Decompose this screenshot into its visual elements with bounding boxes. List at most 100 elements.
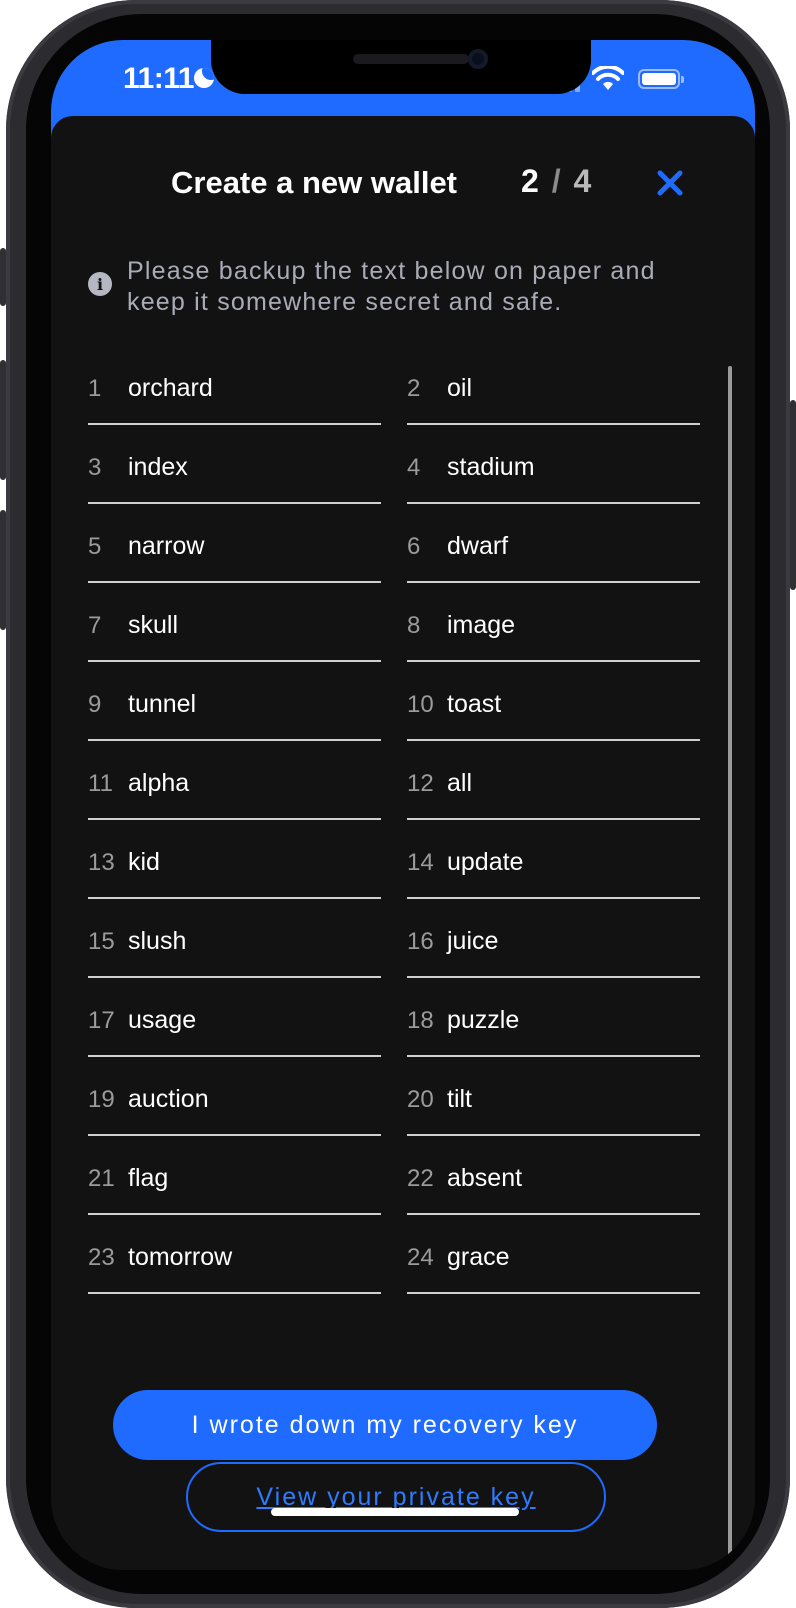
word-text: flag — [128, 1164, 169, 1192]
word-index: 17 — [88, 1007, 115, 1034]
word-index: 16 — [407, 928, 434, 955]
step-indicator: 2 / 4 — [521, 163, 591, 200]
word-index: 2 — [407, 375, 421, 402]
recovery-word-item: 7 skull — [88, 583, 381, 662]
word-index: 1 — [88, 375, 102, 402]
word-text: puzzle — [447, 1006, 520, 1034]
wifi-icon — [592, 66, 624, 90]
word-text: skull — [128, 611, 179, 639]
phone-power-button — [790, 400, 796, 590]
step-separator: / — [551, 163, 561, 199]
recovery-word-item: 5 narrow — [88, 504, 381, 583]
speaker-grille — [353, 54, 469, 64]
word-text: juice — [447, 927, 499, 955]
recovery-word-item: 16 juice — [407, 899, 700, 978]
info-icon: i — [88, 272, 112, 296]
home-indicator[interactable] — [271, 1508, 519, 1516]
word-index: 13 — [88, 849, 115, 876]
recovery-word-item: 23 tomorrow — [88, 1215, 381, 1294]
word-text: grace — [447, 1243, 510, 1271]
recovery-word-item: 11 alpha — [88, 741, 381, 820]
word-text: image — [447, 611, 516, 639]
word-text: kid — [128, 848, 160, 876]
phone-volume-down-button — [0, 510, 6, 630]
recovery-word-grid: 1 orchard 2 oil 3 index 4 stadium 5 narrow 6d… — [88, 346, 700, 1294]
phone-screen: 11:11 Create a new wallet 2 / 4 i Please… — [51, 40, 755, 1570]
step-total: 4 — [573, 163, 592, 199]
recovery-word-item: 8 image — [407, 583, 700, 662]
moon-icon — [194, 68, 214, 88]
view-private-key-button[interactable]: View your private key — [186, 1462, 606, 1532]
word-text: all — [447, 769, 473, 797]
word-index: 19 — [88, 1086, 115, 1113]
page-title: Create a new wallet — [171, 165, 458, 200]
word-index: 21 — [88, 1165, 115, 1192]
recovery-word-item: 20 tilt — [407, 1057, 700, 1136]
word-text: stadium — [447, 453, 535, 481]
recovery-word-item: 9 tunnel — [88, 662, 381, 741]
status-time: 11:11 — [123, 62, 194, 95]
word-text: narrow — [128, 532, 205, 560]
word-index: 7 — [88, 612, 102, 639]
close-button[interactable] — [655, 168, 685, 198]
recovery-word-item: 22 absent — [407, 1136, 700, 1215]
scrollbar[interactable] — [728, 366, 732, 1556]
word-text: orchard — [128, 374, 213, 402]
recovery-word-item: 17 usage — [88, 978, 381, 1057]
close-icon — [657, 170, 683, 196]
word-text: absent — [447, 1164, 523, 1192]
word-text: alpha — [128, 769, 190, 797]
word-index: 3 — [88, 454, 102, 481]
recovery-word-item: 13 kid — [88, 820, 381, 899]
recovery-word-item: 3 index — [88, 425, 381, 504]
recovery-word-item: 12 all — [407, 741, 700, 820]
word-text: tunnel — [128, 690, 197, 718]
recovery-word-item: 21 flag — [88, 1136, 381, 1215]
word-index: 4 — [407, 454, 421, 481]
word-index: 23 — [88, 1244, 115, 1271]
word-index: 8 — [407, 612, 421, 639]
word-text: usage — [128, 1006, 197, 1034]
phone-volume-up-button — [0, 360, 6, 480]
word-text: auction — [128, 1085, 209, 1113]
word-text: oil — [447, 374, 473, 402]
word-index: 5 — [88, 533, 102, 560]
recovery-word-item: 6 dwarf — [407, 504, 700, 583]
word-text: update — [447, 848, 524, 876]
step-current: 2 — [521, 163, 539, 199]
word-text: slush — [128, 927, 187, 955]
recovery-word-item: 19 auction — [88, 1057, 381, 1136]
phone-side-button — [0, 248, 6, 306]
word-index: 14 — [407, 849, 434, 876]
word-text: tomorrow — [128, 1243, 233, 1271]
recovery-word-item: 24 grace — [407, 1215, 700, 1294]
recovery-word-item: 4 stadium — [407, 425, 700, 504]
recovery-word-item: 18 puzzle — [407, 978, 700, 1057]
word-index: 20 — [407, 1086, 434, 1113]
word-text: toast — [447, 690, 502, 718]
word-index: 18 — [407, 1007, 434, 1034]
camera-icon — [468, 49, 488, 69]
recovery-word-item: 2 oil — [407, 346, 700, 425]
word-index: 11 — [88, 770, 113, 797]
confirm-recovery-key-button[interactable]: I wrote down my recovery key — [113, 1390, 657, 1460]
backup-notice: Please backup the text below on paper an… — [127, 257, 656, 316]
word-index: 9 — [88, 691, 102, 718]
word-text: dwarf — [447, 532, 509, 560]
word-index: 10 — [407, 691, 434, 718]
notch — [211, 40, 591, 94]
word-index: 22 — [407, 1165, 434, 1192]
phone-frame: 11:11 Create a new wallet 2 / 4 i Please… — [0, 0, 796, 1608]
recovery-word-item: 15 slush — [88, 899, 381, 978]
word-text: tilt — [447, 1085, 472, 1113]
word-text: index — [128, 453, 188, 481]
battery-icon — [638, 69, 684, 89]
recovery-word-item: 1 orchard — [88, 346, 381, 425]
word-index: 6 — [407, 533, 421, 560]
word-index: 24 — [407, 1244, 434, 1271]
recovery-word-item: 14 update — [407, 820, 700, 899]
recovery-word-item: 10 toast — [407, 662, 700, 741]
word-index: 15 — [88, 928, 115, 955]
word-index: 12 — [407, 770, 434, 797]
wallet-sheet: Create a new wallet 2 / 4 i Please backu… — [51, 116, 755, 1570]
